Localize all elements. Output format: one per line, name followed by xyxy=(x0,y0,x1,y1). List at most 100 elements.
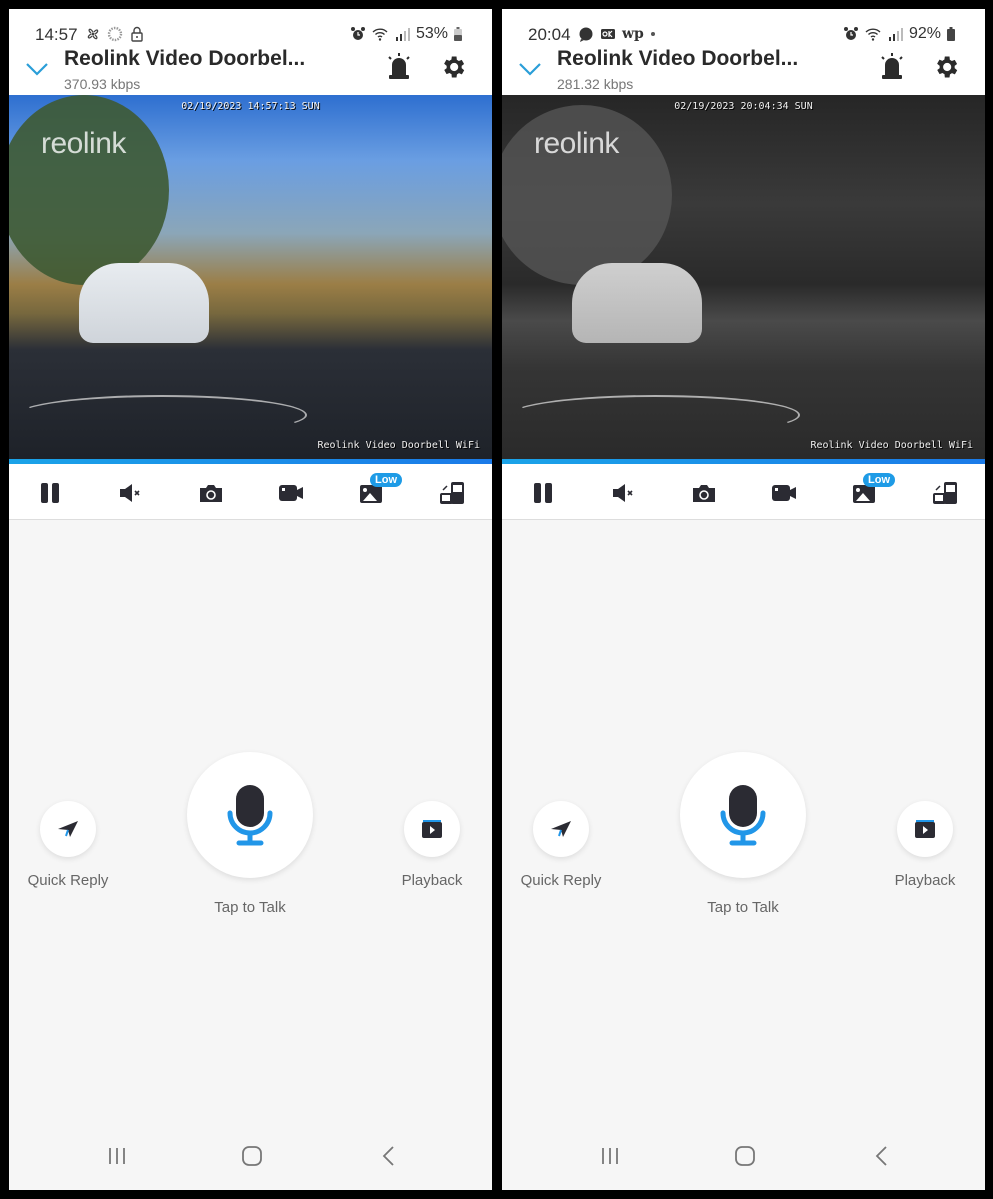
lock-icon xyxy=(131,26,143,42)
phone-screen-day: 14:57 53% Reolink Video Doorbel... 370.9… xyxy=(9,9,492,1190)
video-camera-icon xyxy=(279,485,303,501)
playback-label: Playback xyxy=(401,872,463,889)
siren-button[interactable] xyxy=(878,51,906,81)
tap-to-talk-button[interactable] xyxy=(187,752,313,878)
pause-button[interactable] xyxy=(529,480,557,506)
tap-to-talk-label: Tap to Talk xyxy=(707,899,779,916)
chat-bubble-icon xyxy=(579,27,593,42)
playback-button[interactable] xyxy=(897,801,953,857)
tree-shape xyxy=(9,95,169,285)
reolink-watermark: reolink xyxy=(41,127,126,160)
device-title: Reolink Video Doorbel... xyxy=(64,47,306,70)
pause-icon xyxy=(534,483,552,503)
car-shape xyxy=(79,263,209,343)
car-shape xyxy=(572,263,702,343)
hose-shape xyxy=(17,395,307,435)
live-video-feed[interactable]: reolink 02/19/2023 14:57:13 SUN Reolink … xyxy=(9,95,492,459)
battery-percent: 92% xyxy=(908,25,941,42)
switch-view-button[interactable] xyxy=(931,480,959,506)
record-button[interactable] xyxy=(277,480,305,506)
back-button[interactable] xyxy=(376,1144,402,1168)
quick-reply-label: Quick Reply xyxy=(27,872,109,889)
video-toolbar: Low xyxy=(9,464,492,520)
loading-ring-icon xyxy=(107,26,123,42)
video-timestamp: 02/19/2023 20:04:34 SUN xyxy=(674,101,813,112)
switch-view-button[interactable] xyxy=(438,480,466,506)
microphone-icon xyxy=(227,785,273,846)
android-nav-bar xyxy=(9,1122,492,1190)
ok-icon xyxy=(601,29,615,39)
playback-label: Playback xyxy=(894,872,956,889)
signal-icon xyxy=(395,28,410,41)
battery-icon xyxy=(947,27,955,41)
recent-apps-button[interactable] xyxy=(597,1144,623,1168)
mute-button[interactable] xyxy=(610,480,638,506)
mute-button[interactable] xyxy=(117,480,145,506)
playback-button[interactable] xyxy=(404,801,460,857)
status-time: 14:57 xyxy=(35,25,78,44)
camera-icon xyxy=(200,485,222,502)
tap-to-talk-label: Tap to Talk xyxy=(214,899,286,916)
app-header: Reolink Video Doorbel... 370.93 kbps xyxy=(9,45,492,95)
app-header: Reolink Video Doorbel... 281.32 kbps xyxy=(502,45,985,95)
quality-badge: Low xyxy=(370,473,402,487)
android-nav-bar xyxy=(502,1122,985,1190)
talk-panel: Quick Reply Tap to Talk Playback xyxy=(9,521,492,1121)
battery-percent: 53% xyxy=(415,25,448,42)
phone-screen-night: 20:04 wp 92% Reolink Video Doorbel... 28… xyxy=(502,9,985,1190)
reolink-watermark: reolink xyxy=(534,127,619,160)
microphone-icon xyxy=(720,785,766,846)
camera-name-overlay: Reolink Video Doorbell WiFi xyxy=(810,440,973,451)
dot-icon xyxy=(650,32,655,36)
camera-name-overlay: Reolink Video Doorbell WiFi xyxy=(317,440,480,451)
settings-gear-button[interactable] xyxy=(932,53,960,81)
switch-view-icon xyxy=(933,482,957,504)
collapse-chevron-icon[interactable] xyxy=(518,57,542,81)
talk-panel: Quick Reply Tap to Talk Playback xyxy=(502,521,985,1121)
pause-button[interactable] xyxy=(36,480,64,506)
home-button[interactable] xyxy=(239,1144,265,1168)
tap-to-talk-button[interactable] xyxy=(680,752,806,878)
signal-icon xyxy=(888,28,903,41)
alarm-icon xyxy=(350,27,365,40)
camera-icon xyxy=(693,485,715,502)
settings-gear-button[interactable] xyxy=(439,53,467,81)
speaker-muted-icon xyxy=(613,484,633,502)
hose-shape xyxy=(510,395,800,435)
alarm-icon xyxy=(843,27,858,40)
playback-icon xyxy=(422,820,442,838)
collapse-chevron-icon[interactable] xyxy=(25,57,49,81)
snapshot-button[interactable] xyxy=(197,480,225,506)
quick-reply-button[interactable] xyxy=(533,801,589,857)
snapshot-button[interactable] xyxy=(690,480,718,506)
quick-reply-label: Quick Reply xyxy=(520,872,602,889)
status-time: 20:04 xyxy=(528,25,571,44)
recent-apps-button[interactable] xyxy=(104,1144,130,1168)
record-button[interactable] xyxy=(770,480,798,506)
video-camera-icon xyxy=(772,485,796,501)
wifi-icon xyxy=(865,28,881,41)
home-button[interactable] xyxy=(732,1144,758,1168)
bitrate-label: 370.93 kbps xyxy=(64,76,141,92)
back-button[interactable] xyxy=(869,1144,895,1168)
wp-icon: wp xyxy=(622,26,644,42)
quality-button[interactable]: Low xyxy=(851,473,895,506)
video-toolbar: Low xyxy=(502,464,985,520)
playback-icon xyxy=(915,820,935,838)
video-timestamp: 02/19/2023 14:57:13 SUN xyxy=(181,101,320,112)
paper-plane-icon xyxy=(551,821,571,837)
live-video-feed[interactable]: reolink 02/19/2023 20:04:34 SUN Reolink … xyxy=(502,95,985,459)
paper-plane-icon xyxy=(58,821,78,837)
fan-icon xyxy=(87,28,99,40)
quick-reply-button[interactable] xyxy=(40,801,96,857)
device-title: Reolink Video Doorbel... xyxy=(557,47,799,70)
switch-view-icon xyxy=(440,482,464,504)
wifi-icon xyxy=(372,28,388,41)
speaker-muted-icon xyxy=(120,484,140,502)
siren-button[interactable] xyxy=(385,51,413,81)
pause-icon xyxy=(41,483,59,503)
quality-badge: Low xyxy=(863,473,895,487)
quality-button[interactable]: Low xyxy=(358,473,402,506)
bitrate-label: 281.32 kbps xyxy=(557,76,634,92)
battery-icon xyxy=(454,27,462,41)
